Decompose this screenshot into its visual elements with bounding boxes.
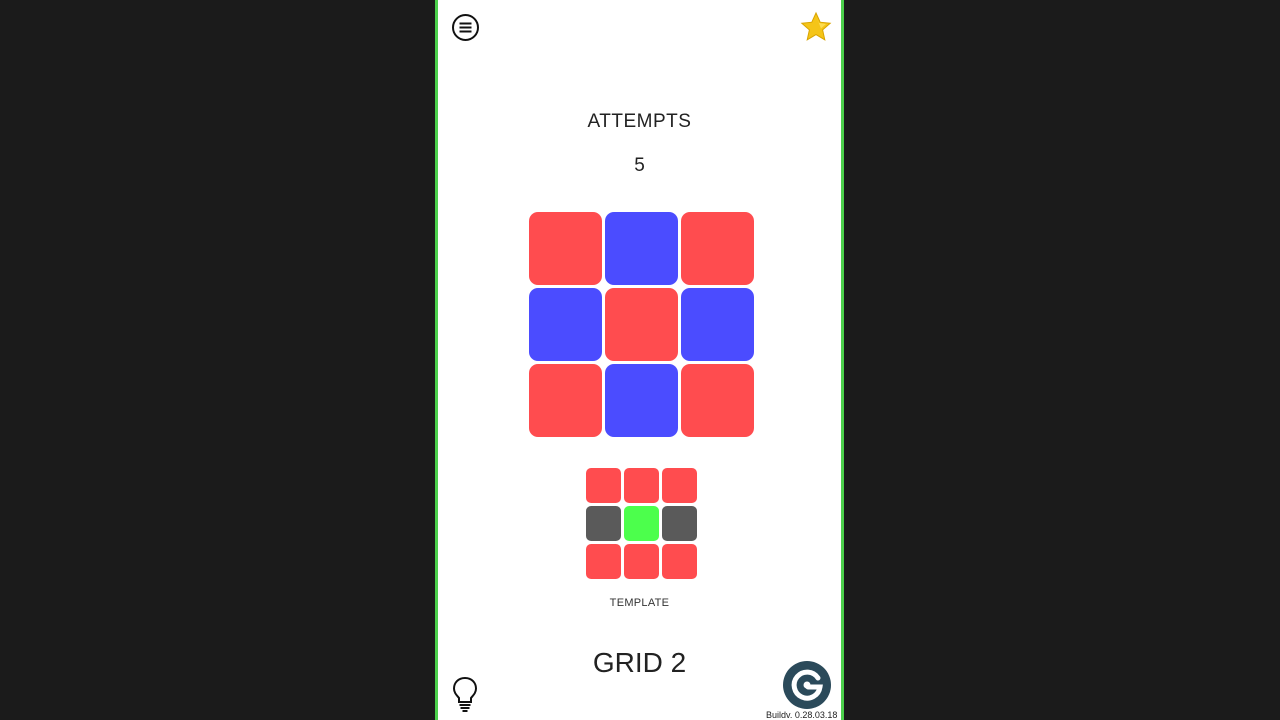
grid-tile[interactable] — [605, 212, 678, 285]
attempts-label: ATTEMPTS — [587, 111, 692, 132]
template-tile — [624, 544, 659, 579]
star-icon[interactable] — [800, 11, 832, 43]
template-tile — [624, 468, 659, 503]
menu-icon[interactable] — [451, 13, 480, 42]
build-version: Buildv. 0.28.03.18 — [766, 710, 838, 720]
grid-tile[interactable] — [681, 364, 754, 437]
template-tile — [662, 544, 697, 579]
template-label: TEMPLATE — [609, 597, 670, 609]
restart-logo-icon[interactable] — [782, 660, 832, 710]
puzzle-grid — [529, 212, 754, 437]
grid-tile[interactable] — [681, 288, 754, 361]
template-tile — [586, 506, 621, 541]
template-tile — [662, 506, 697, 541]
template-tile — [586, 544, 621, 579]
grid-tile[interactable] — [529, 288, 602, 361]
template-tile — [662, 468, 697, 503]
template-tile — [586, 468, 621, 503]
lightbulb-icon[interactable] — [452, 676, 478, 714]
grid-tile[interactable] — [605, 288, 678, 361]
grid-level-title: GRID 2 — [592, 647, 687, 678]
game-screen: ATTEMPTS 5 TEMPLATE GRID 2 Buildv. 0.28.… — [435, 0, 844, 720]
grid-tile[interactable] — [681, 212, 754, 285]
template-tile — [624, 506, 659, 541]
template-grid — [586, 468, 697, 579]
grid-tile[interactable] — [529, 212, 602, 285]
attempts-count: 5 — [634, 155, 645, 176]
grid-tile[interactable] — [529, 364, 602, 437]
grid-tile[interactable] — [605, 364, 678, 437]
